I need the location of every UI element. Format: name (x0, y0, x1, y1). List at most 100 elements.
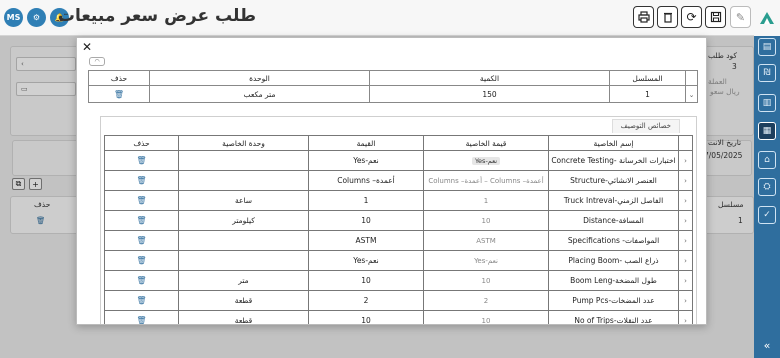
prop-value-cell: نعم-Yes (308, 150, 424, 171)
right-sidebar: ▤ ₪ ▥ ▦ ⌂ ⛭ ✓ « (754, 0, 780, 358)
prop-value-input-cell[interactable]: ASTM (423, 230, 549, 251)
prop-value-input-cell[interactable]: 10 (423, 270, 549, 291)
delete-button[interactable] (657, 6, 678, 28)
close-icon[interactable]: ✕ (82, 40, 92, 54)
prop-expander-header (678, 135, 693, 151)
properties-modal: ✕ ◠ المسلسل الكمية الوحدة حذف ⌄ 1 150 مت… (76, 37, 707, 325)
unit-table: المسلسل الكمية الوحدة حذف ⌄ 1 150 متر مك… (88, 70, 698, 103)
prop-value-cell: 10 (308, 210, 424, 231)
unit-row-quantity[interactable]: 150 (369, 85, 610, 103)
unit-table-delete-header: حذف (88, 70, 150, 86)
sidebar-sales-icon[interactable]: ▦ (758, 122, 776, 140)
print-button[interactable] (633, 6, 654, 28)
prop-value-input-cell[interactable]: نعم-Yes (423, 150, 549, 171)
table-row: ‹ طول المضخة-Boom Leng 10 10 متر 🗑 (104, 270, 693, 291)
unit-table-unit-header: الوحدة (149, 70, 370, 86)
unit-table-expander-header (685, 70, 698, 86)
unit-row-unit[interactable]: متر مكعب (149, 85, 370, 103)
prop-name-cell: طول المضخة-Boom Leng (548, 270, 679, 291)
prop-row-expand-icon[interactable]: ‹ (678, 270, 693, 291)
print-icon (637, 11, 650, 23)
delete-icon (663, 12, 672, 23)
sidebar-invoice-icon[interactable]: ₪ (758, 64, 776, 82)
prop-delete-icon[interactable]: 🗑 (104, 150, 179, 171)
prop-delete-icon[interactable]: 🗑 (104, 230, 179, 251)
unit-row-delete-icon[interactable]: 🗑 (88, 85, 150, 103)
refresh-button[interactable]: ⟳ (681, 6, 702, 28)
prop-delete-icon[interactable]: 🗑 (104, 290, 179, 311)
table-row: ‹ عدد النقلات-No of Trips 10 10 قطعة 🗑 (104, 310, 693, 324)
prop-name-cell: المواصفات- Specifications (548, 230, 679, 251)
prop-unit-cell (178, 250, 309, 271)
prop-value-input-cell[interactable]: 2 (423, 290, 549, 311)
prop-delete-icon[interactable]: 🗑 (104, 270, 179, 291)
prop-name-cell: الفاصل الزمني-Truck Intreval (548, 190, 679, 211)
prop-row-expand-icon[interactable]: ‹ (678, 170, 693, 191)
save-button[interactable] (705, 6, 726, 28)
prop-name-cell: اختبارات الخرسانة -Concrete Testing (548, 150, 679, 171)
prop-value-cell: 10 (308, 270, 424, 291)
prop-value-input-header: قيمة الخاصية (423, 135, 549, 151)
prop-row-expand-icon[interactable]: ‹ (678, 250, 693, 271)
prop-unit-cell (178, 170, 309, 191)
prop-row-expand-icon[interactable]: ‹ (678, 290, 693, 311)
prop-row-expand-icon[interactable]: ‹ (678, 310, 693, 324)
prop-delete-header: حذف (104, 135, 179, 151)
prop-unit-cell (178, 150, 309, 171)
prop-value-input-cell[interactable]: نعم-Yes (423, 250, 549, 271)
prop-delete-icon[interactable]: 🗑 (104, 250, 179, 271)
properties-table: إسم الخاصية قيمة الخاصية القيمة وحدة الخ… (104, 135, 693, 324)
prop-row-expand-icon[interactable]: ‹ (678, 190, 693, 211)
prop-row-expand-icon[interactable]: ‹ (678, 210, 693, 231)
prop-unit-cell: ساعة (178, 190, 309, 211)
properties-panel: خصائص التوصيف إسم الخاصية قيمة الخاصية ا… (100, 116, 697, 324)
save-icon (710, 11, 721, 23)
sidebar-chart-icon[interactable]: ▤ (758, 38, 776, 56)
prop-value-input-cell[interactable]: 10 (423, 210, 549, 231)
prop-value-input-cell[interactable]: 1 (423, 190, 549, 211)
prop-name-cell: عدد المضخات-Pump Pcs (548, 290, 679, 311)
prop-value-input-cell[interactable]: 10 (423, 310, 549, 324)
refresh-icon: ⟳ (686, 10, 697, 24)
value-chip[interactable]: نعم-Yes (471, 156, 501, 165)
prop-unit-header: وحدة الخاصية (178, 135, 309, 151)
table-row: ‹ عدد المضخات-Pump Pcs 2 2 قطعة 🗑 (104, 290, 693, 311)
prop-unit-cell: متر (178, 270, 309, 291)
top-bar: MS ⚙ 🔔 طلب عرض سعر مبيعات ⟳ ✎ (0, 0, 780, 36)
sidebar-group-icon[interactable]: ⛭ (758, 178, 776, 196)
prop-delete-icon[interactable]: 🗑 (104, 310, 179, 324)
edit-button[interactable]: ✎ (730, 6, 751, 28)
prop-name-cell: عدد النقلات-No of Trips (548, 310, 679, 324)
row-collapse-icon[interactable]: ⌄ (685, 85, 698, 103)
prop-unit-cell: قطعة (178, 290, 309, 311)
page-title: طلب عرض سعر مبيعات (57, 6, 256, 26)
prop-delete-icon[interactable]: 🗑 (104, 170, 179, 191)
prop-value-cell: أعمدة– Columns (308, 170, 424, 191)
sidebar-building-icon[interactable]: ▥ (758, 94, 776, 112)
user-avatar[interactable]: MS (4, 8, 23, 27)
prop-name-cell: المسافة-Distance (548, 210, 679, 231)
table-row: ‹ العنصر الانشائي-Structure أعمدة– Columns… (104, 170, 693, 191)
app-logo (754, 0, 780, 36)
tab-description-properties[interactable]: خصائص التوصيف (611, 119, 680, 133)
sidebar-badge-icon[interactable]: ✓ (758, 206, 776, 224)
prop-delete-icon[interactable]: 🗑 (104, 210, 179, 231)
table-row: ‹ المسافة-Distance 10 10 كيلومتر 🗑 (104, 210, 693, 231)
prop-name-header: إسم الخاصية (548, 135, 679, 151)
prop-value-cell: 1 (308, 190, 424, 211)
unit-table-quantity-header: الكمية (369, 70, 610, 86)
table-row: ‹ اختبارات الخرسانة -Concrete Testing نعم-… (104, 150, 693, 171)
table-row: ‹ المواصفات- Specifications ASTM ASTM 🗑 (104, 230, 693, 251)
prop-name-cell: ذراع الصب -Placing Boom (548, 250, 679, 271)
prop-value-cell: نعم-Yes (308, 250, 424, 271)
sidebar-collapse-icon[interactable]: « (754, 339, 780, 352)
prop-value-input-cell[interactable]: أعمدة– Columns – أعمدة– Columns (423, 170, 549, 191)
settings-gear-icon[interactable]: ⚙ (27, 8, 46, 27)
scroll-up-icon[interactable]: ◠ (89, 57, 105, 66)
prop-unit-cell: كيلومتر (178, 210, 309, 231)
prop-delete-icon[interactable]: 🗑 (104, 190, 179, 211)
table-row: ⌄ 1 150 متر مكعب 🗑 (88, 85, 698, 103)
sidebar-factory-icon[interactable]: ⌂ (758, 151, 776, 169)
prop-row-expand-icon[interactable]: ‹ (678, 230, 693, 251)
prop-row-expand-icon[interactable]: ‹ (678, 150, 693, 171)
